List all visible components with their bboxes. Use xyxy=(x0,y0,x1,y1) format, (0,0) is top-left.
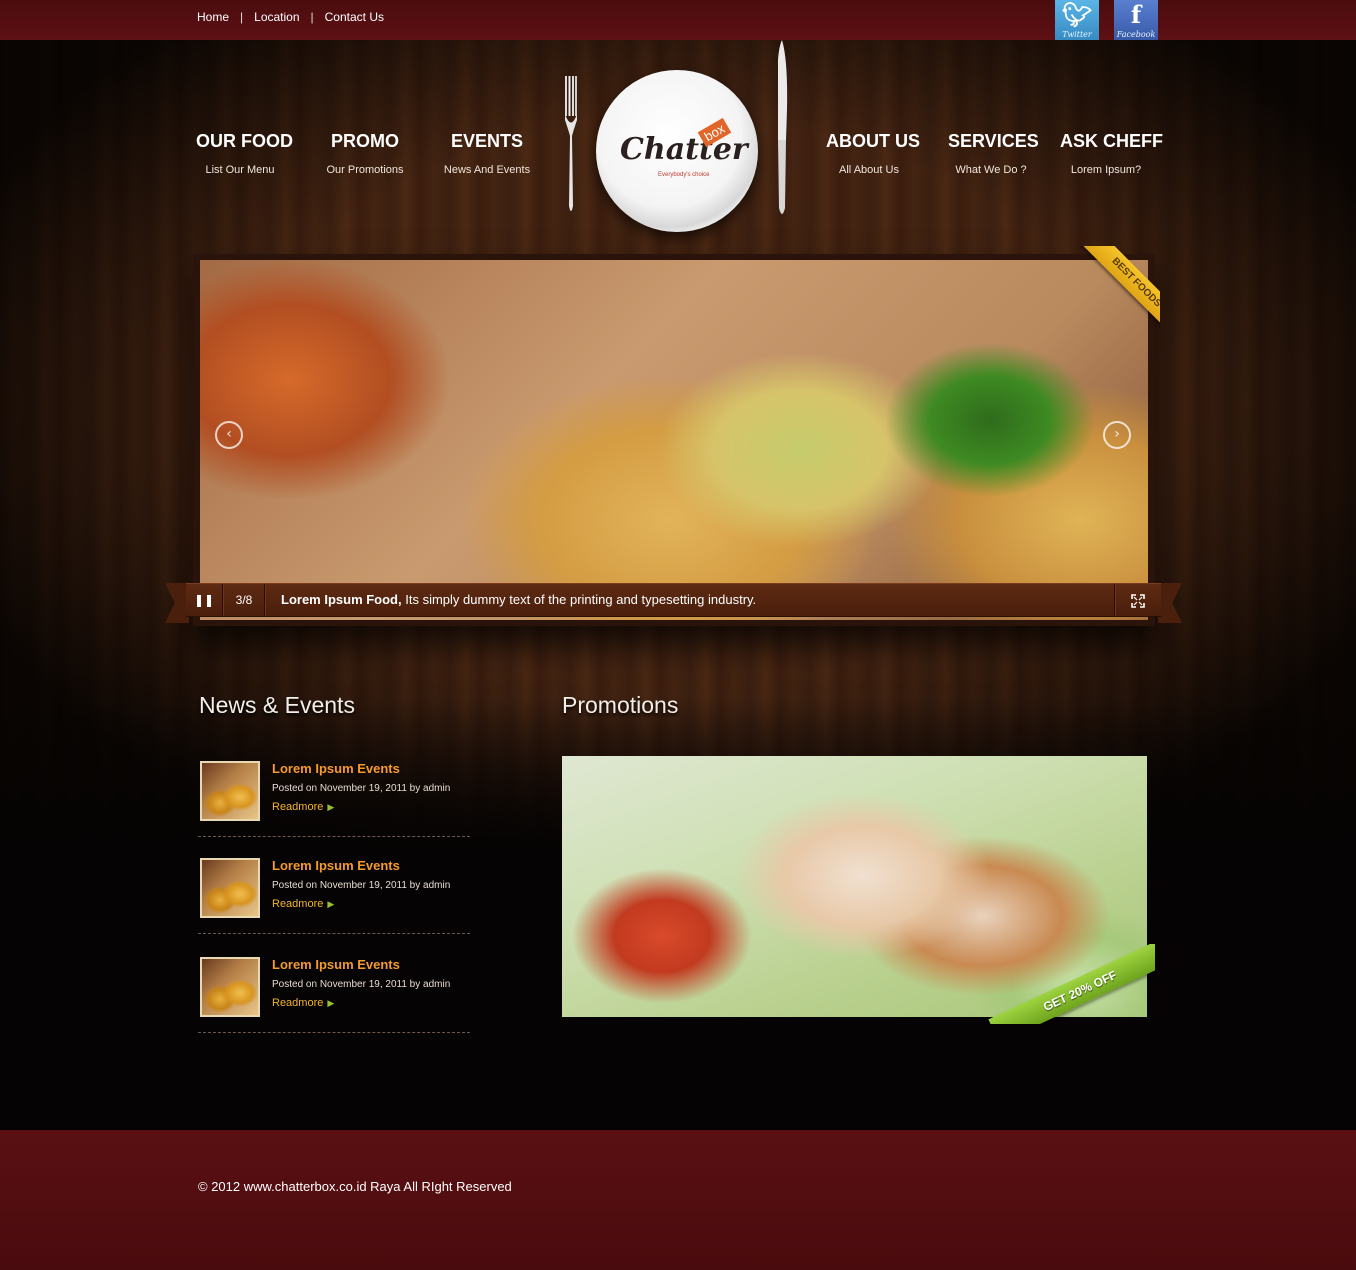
news-item: Lorem Ipsum Events Posted on November 19… xyxy=(198,858,470,934)
logo-name: Chatter xyxy=(620,132,748,167)
nav-subtitle: News And Events xyxy=(443,164,531,176)
nav-our-food[interactable]: OUR FOOD List Our Menu xyxy=(196,131,293,176)
top-link-location[interactable]: Location xyxy=(254,10,299,24)
nav-subtitle: List Our Menu xyxy=(205,164,275,176)
arrow-right-icon: ▶ xyxy=(327,899,335,909)
nav-title: ASK CHEFF xyxy=(1060,131,1163,151)
readmore-label: Readmore xyxy=(272,801,324,813)
nav-title: EVENTS xyxy=(450,131,524,151)
fullscreen-icon xyxy=(1131,593,1145,608)
logo-tagline: Everybody's choice xyxy=(658,172,710,178)
twitter-label: Twitter xyxy=(1062,30,1092,39)
arrow-right-icon: ▶ xyxy=(327,802,335,812)
nav-title: PROMO xyxy=(330,131,399,151)
slider-next-button[interactable]: › xyxy=(1103,421,1131,449)
footer-copyright: © 2012 www.chatterbox.co.id Raya All RIg… xyxy=(198,1179,512,1194)
readmore-link[interactable]: Readmore ▶ xyxy=(272,898,334,910)
fork-icon xyxy=(565,76,577,211)
caption-divider xyxy=(1114,584,1116,616)
news-thumbnail[interactable] xyxy=(200,957,260,1017)
news-title[interactable]: Lorem Ipsum Events xyxy=(272,957,400,972)
arrow-right-icon: ▶ xyxy=(327,998,335,1008)
best-foods-label: BEST FOODS xyxy=(1078,246,1160,334)
best-foods-ribbon: BEST FOODS xyxy=(1072,246,1160,334)
slide-caption-text: Its simply dummy text of the printing an… xyxy=(405,592,757,607)
knife-icon xyxy=(778,40,788,214)
discount-ribbon: GET 20% OFF xyxy=(985,944,1155,1024)
chevron-left-icon: ‹ xyxy=(226,426,232,442)
nav-title: SERVICES xyxy=(948,131,1039,151)
news-meta: Posted on November 19, 2011 by admin xyxy=(272,979,451,990)
readmore-link[interactable]: Readmore ▶ xyxy=(272,997,334,1009)
nav-title: ABOUT US xyxy=(826,131,920,151)
chevron-right-icon: › xyxy=(1114,426,1120,442)
news-title[interactable]: Lorem Ipsum Events xyxy=(272,761,400,776)
slide-image xyxy=(200,260,1148,620)
pause-icon: ❚❚ xyxy=(193,593,215,607)
top-link-contact-us[interactable]: Contact Us xyxy=(325,10,384,24)
twitter-icon: 🐦︎ xyxy=(1061,0,1093,29)
nav-about-us[interactable]: ABOUT US All About Us xyxy=(826,131,920,176)
discount-label: GET 20% OFF xyxy=(988,944,1155,1024)
pause-button[interactable]: ❚❚ xyxy=(186,584,222,616)
facebook-icon: f xyxy=(1130,0,1142,29)
slide-caption-title: Lorem Ipsum Food, xyxy=(281,592,402,607)
nav-subtitle: All About Us xyxy=(839,164,899,176)
news-item: Lorem Ipsum Events Posted on November 19… xyxy=(198,761,470,837)
readmore-label: Readmore xyxy=(272,997,324,1009)
top-link-separator: | xyxy=(310,10,314,24)
nav-promo[interactable]: PROMO Our Promotions xyxy=(321,131,409,176)
nav-subtitle: What We Do ? xyxy=(955,164,1027,176)
nav-title: OUR FOOD xyxy=(196,131,293,151)
news-item: Lorem Ipsum Events Posted on November 19… xyxy=(198,957,470,1033)
news-thumbnail[interactable] xyxy=(200,858,260,918)
news-thumbnail[interactable] xyxy=(200,761,260,821)
footer xyxy=(0,1130,1356,1270)
readmore-label: Readmore xyxy=(272,898,324,910)
promotions-heading: Promotions xyxy=(562,692,679,718)
top-link-home[interactable]: Home xyxy=(197,10,229,24)
nav-subtitle: Our Promotions xyxy=(326,164,404,176)
fullscreen-button[interactable] xyxy=(1118,584,1158,616)
top-link-separator: | xyxy=(240,10,244,24)
caption-divider xyxy=(264,584,266,616)
news-title[interactable]: Lorem Ipsum Events xyxy=(272,858,400,873)
nav-ask-cheff[interactable]: ASK CHEFF Lorem Ipsum? xyxy=(1060,131,1163,176)
slider-prev-button[interactable]: ‹ xyxy=(215,421,243,449)
slide-caption: Lorem Ipsum Food, Its simply dummy text … xyxy=(281,584,756,616)
news-meta: Posted on November 19, 2011 by admin xyxy=(272,880,451,891)
nav-subtitle: Lorem Ipsum? xyxy=(1070,164,1142,176)
facebook-label: Facebook xyxy=(1116,30,1156,39)
top-links: Home | Location | Contact Us xyxy=(197,10,384,24)
slider-caption-bar: ❚❚ 3/8 Lorem Ipsum Food, Its simply dumm… xyxy=(186,583,1161,617)
nav-services[interactable]: SERVICES What We Do ? xyxy=(948,131,1039,176)
news-meta: Posted on November 19, 2011 by admin xyxy=(272,783,451,794)
slide-counter: 3/8 xyxy=(235,593,253,607)
chatterbox-logo[interactable]: Chatter box Everybody's choice xyxy=(596,70,758,232)
news-heading: News & Events xyxy=(199,692,355,718)
footer-scallop-border xyxy=(0,1126,1356,1136)
nav-events[interactable]: EVENTS News And Events xyxy=(441,131,533,176)
readmore-link[interactable]: Readmore ▶ xyxy=(272,801,334,813)
